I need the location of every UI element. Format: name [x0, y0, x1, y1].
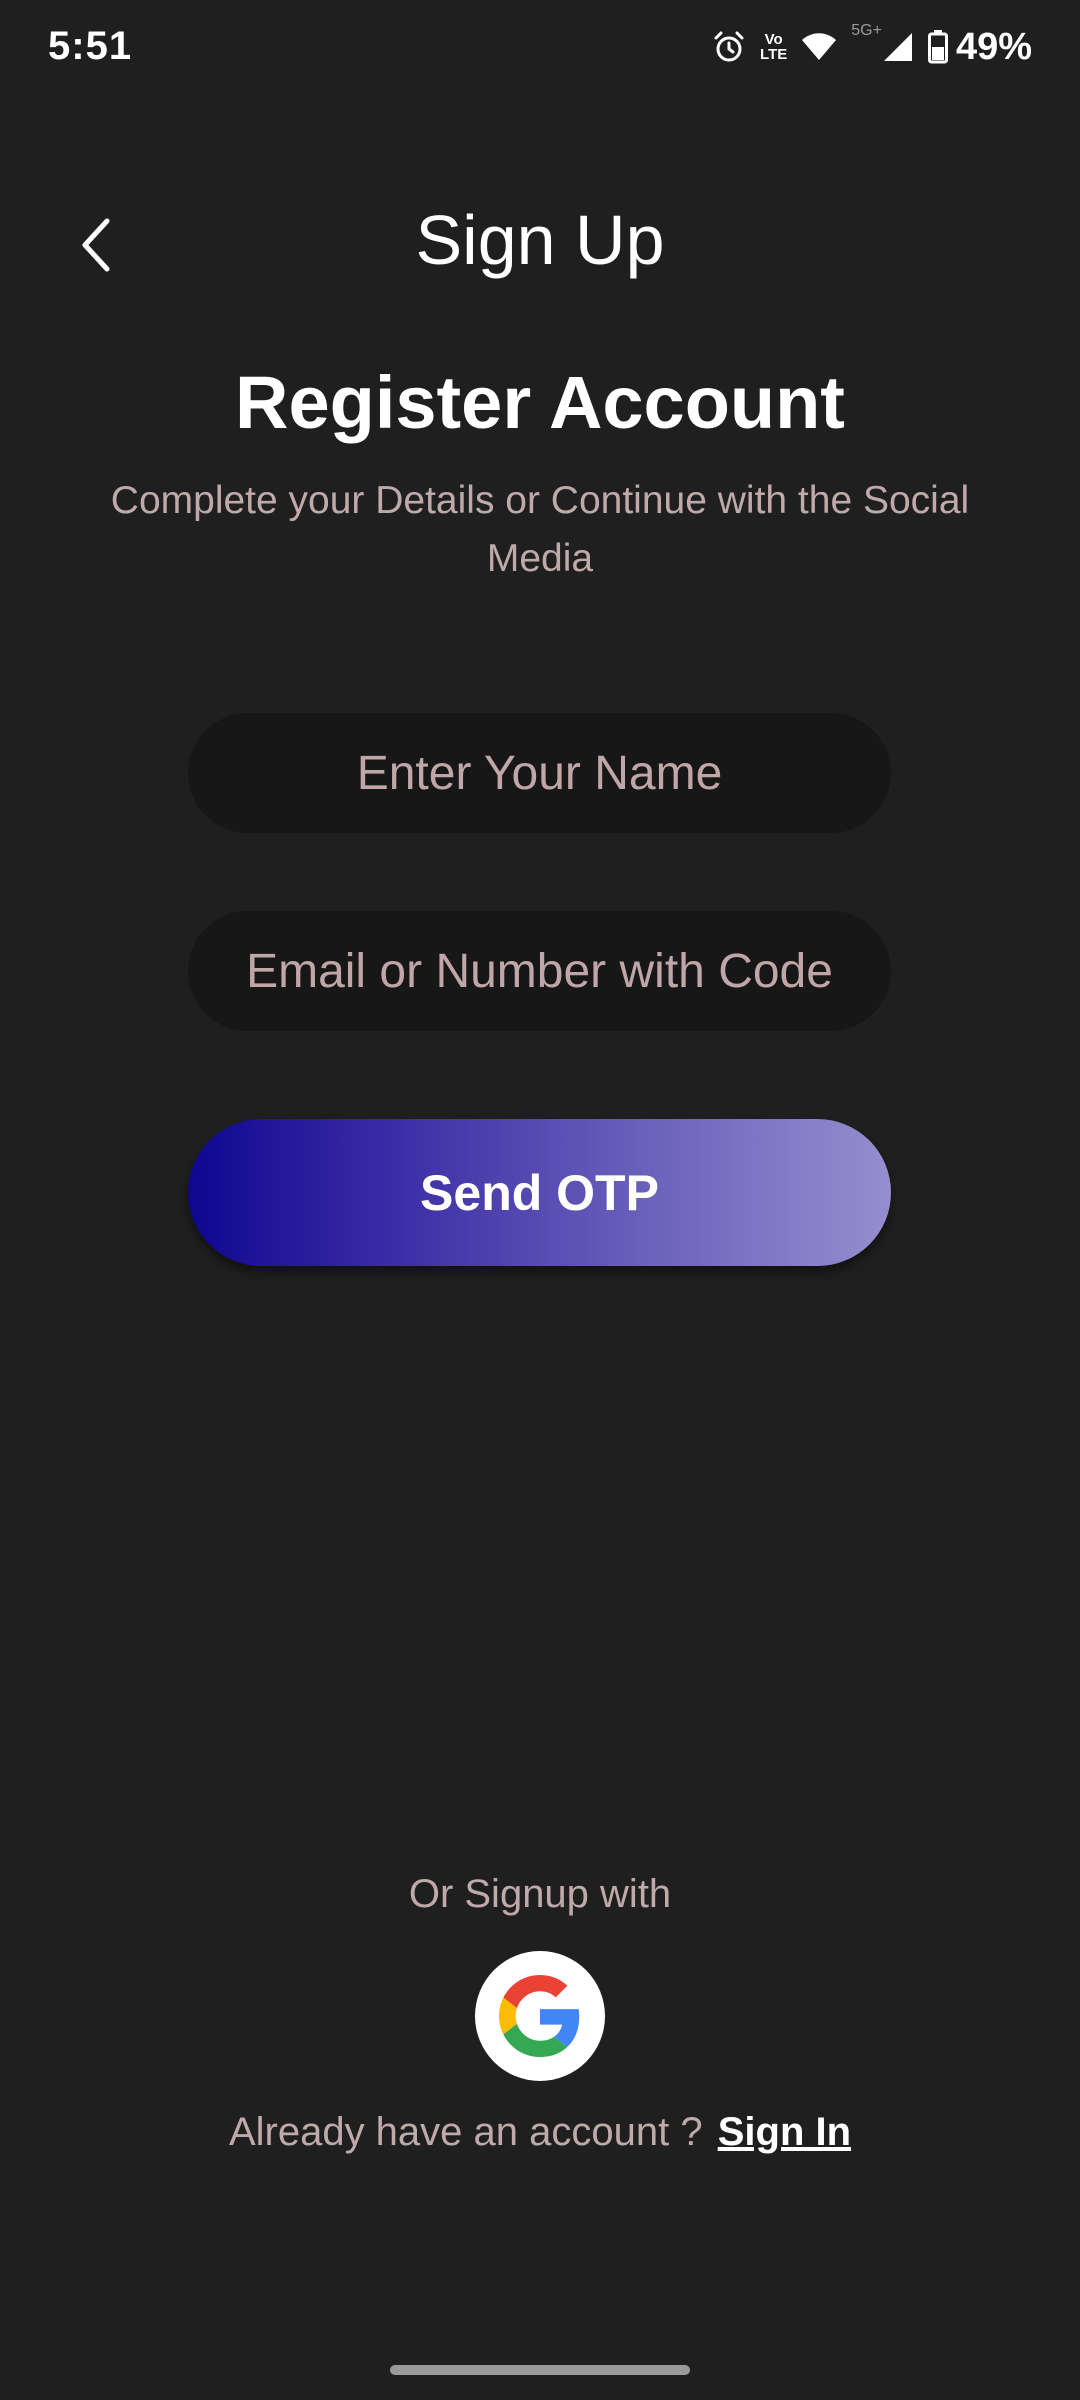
status-bar: 5:51 Vo LTE 5G+ 49%	[0, 0, 1080, 96]
register-subtitle: Complete your Details or Continue with t…	[110, 479, 970, 580]
battery-percent: 49%	[955, 25, 1032, 68]
status-time: 5:51	[48, 24, 133, 68]
name-input[interactable]	[188, 713, 891, 833]
network-type: 5G+	[851, 22, 882, 39]
signin-link[interactable]: Sign In	[718, 2110, 851, 2154]
page-title: Sign Up	[415, 201, 665, 279]
wifi-icon	[801, 32, 837, 62]
signin-row: Already have an account ? Sign In	[0, 2110, 1080, 2155]
signin-prompt: Already have an account ?	[228, 2110, 703, 2154]
email-or-phone-input[interactable]	[188, 911, 891, 1031]
status-icons: Vo LTE 5G+ 49%	[712, 22, 1032, 72]
google-icon	[499, 1975, 580, 2057]
alarm-icon	[712, 30, 746, 64]
send-otp-button[interactable]: Send OTP	[188, 1119, 891, 1266]
signal-icon	[882, 31, 914, 63]
or-signup-label: Or Signup with	[408, 1872, 672, 1916]
google-signup-button[interactable]	[475, 1951, 605, 2081]
register-title: Register Account	[235, 361, 845, 444]
volte-bottom-label: LTE	[760, 46, 788, 63]
home-indicator[interactable]	[390, 2365, 690, 2375]
volte-icon: Vo LTE	[760, 32, 787, 62]
battery-icon	[927, 30, 948, 64]
